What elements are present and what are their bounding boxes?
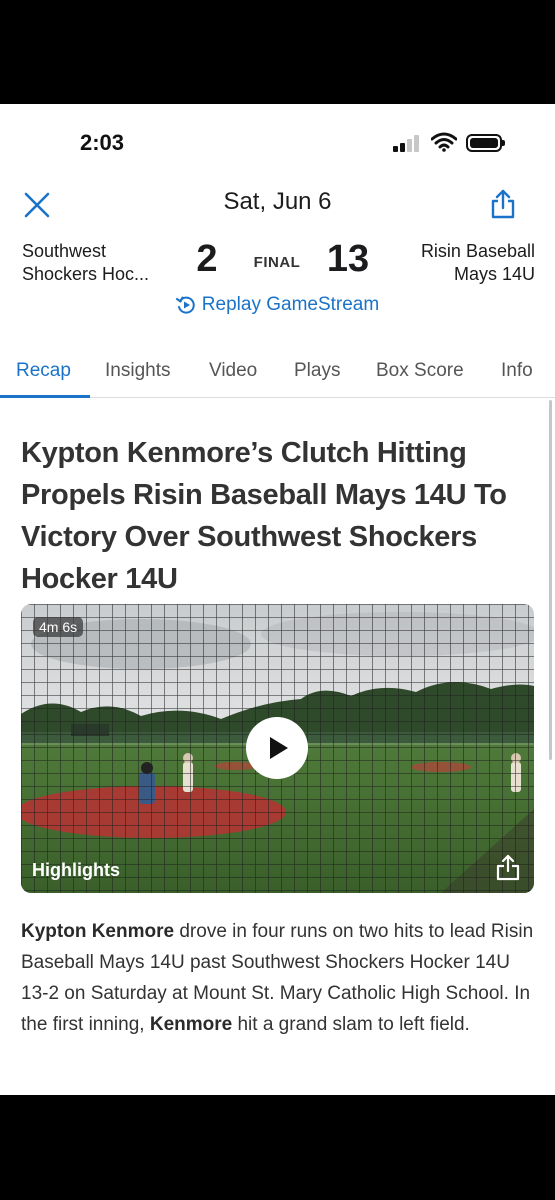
- highlights-video[interactable]: 4m 6s Highlights: [21, 604, 534, 893]
- tab-video[interactable]: Video: [209, 360, 257, 382]
- video-duration-badge: 4m 6s: [33, 617, 84, 637]
- app-screen: 2:03 Sat, Jun 6 Southwest Shockers Hoc..…: [0, 104, 555, 1095]
- signal-icon: [393, 134, 423, 152]
- game-status: FINAL: [253, 254, 301, 271]
- replay-gamestream-link[interactable]: Replay GameStream: [0, 294, 555, 316]
- tab-info[interactable]: Info: [501, 360, 533, 382]
- status-bar: 2:03: [0, 104, 555, 179]
- video-label: Highlights: [32, 860, 120, 880]
- tab-box-score[interactable]: Box Score: [376, 360, 464, 382]
- home-team-line1: Southwest: [22, 241, 107, 261]
- player-name-2: Kenmore: [149, 1014, 233, 1035]
- away-score: 13: [326, 238, 370, 280]
- away-team-line2: Mays 14U: [453, 264, 535, 284]
- active-tab-indicator: [0, 395, 90, 398]
- tab-insights[interactable]: Insights: [105, 360, 170, 382]
- replay-icon: [175, 296, 195, 314]
- tab-bar: Recap Insights Video Plays Box Score Inf…: [0, 356, 555, 398]
- article-headline: Kypton Kenmore’s Clutch Hitting Propels …: [21, 437, 507, 595]
- home-team[interactable]: Southwest Shockers Hoc...: [22, 240, 172, 286]
- wifi-icon: [431, 132, 457, 152]
- article-body: Kypton Kenmore drove in four runs on two…: [21, 916, 536, 1040]
- battery-icon: [466, 134, 505, 152]
- video-share-icon[interactable]: [495, 854, 521, 882]
- body-text-2: hit a grand slam to left field.: [232, 1014, 470, 1035]
- play-icon: [270, 737, 288, 759]
- bottom-bezel: [0, 1095, 555, 1200]
- scrollbar[interactable]: [549, 400, 552, 760]
- away-team-line1: Risin Baseball: [420, 241, 535, 261]
- away-team[interactable]: Risin Baseball Mays 14U: [385, 240, 535, 286]
- home-team-line2: Shockers Hoc...: [22, 264, 150, 284]
- play-button[interactable]: [246, 717, 308, 779]
- home-score: 2: [196, 238, 218, 280]
- replay-label: Replay GameStream: [201, 294, 380, 315]
- top-bezel: [0, 0, 555, 104]
- game-date: Sat, Jun 6: [223, 188, 332, 215]
- tab-plays[interactable]: Plays: [294, 360, 340, 382]
- tab-recap[interactable]: Recap: [16, 360, 71, 382]
- player-name-1: Kypton Kenmore: [21, 921, 175, 942]
- status-time: 2:03: [80, 130, 125, 155]
- share-icon[interactable]: [488, 188, 518, 220]
